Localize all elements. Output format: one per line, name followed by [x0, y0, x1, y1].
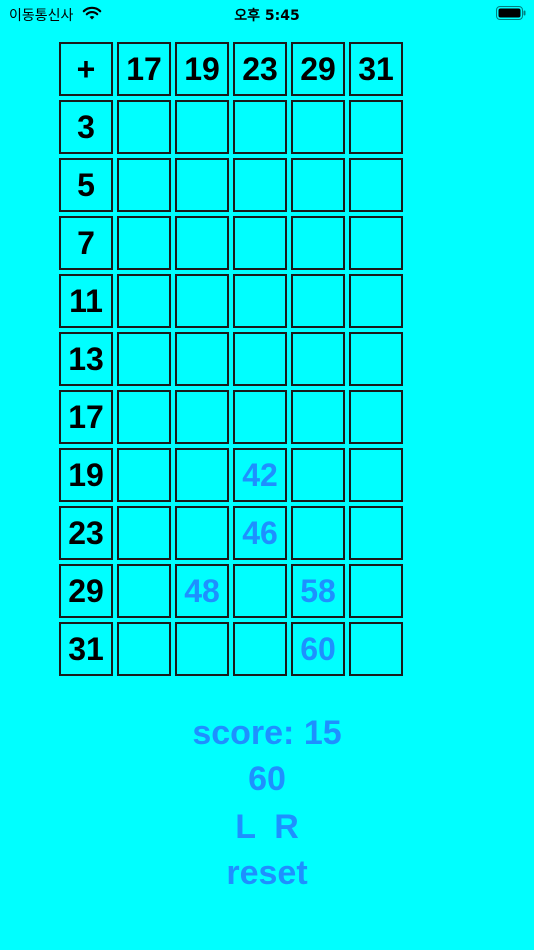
column-header-cell: 23 [233, 42, 287, 96]
row-header-cell: 29 [59, 564, 113, 618]
answer-cell[interactable] [233, 622, 287, 676]
answer-cell[interactable] [117, 564, 171, 618]
answer-cell[interactable] [291, 216, 345, 270]
nav-buttons[interactable]: L R [0, 810, 534, 844]
answer-cell[interactable] [233, 100, 287, 154]
reset-button[interactable]: reset [0, 856, 534, 890]
answer-cell[interactable] [291, 332, 345, 386]
answer-cell[interactable] [349, 332, 403, 386]
row-header-cell: 11 [59, 274, 113, 328]
answer-cell[interactable] [349, 622, 403, 676]
row-header-cell: 23 [59, 506, 113, 560]
column-header-cell: 17 [117, 42, 171, 96]
answer-cell[interactable] [117, 100, 171, 154]
row-header-cell: 5 [59, 158, 113, 212]
clock-time: 오후 5:45 [234, 8, 300, 24]
answer-cell[interactable] [175, 506, 229, 560]
answer-cell[interactable] [349, 274, 403, 328]
row-header-cell: 17 [59, 390, 113, 444]
answer-cell[interactable] [291, 100, 345, 154]
answer-cell[interactable] [233, 564, 287, 618]
row-header-cell: 19 [59, 448, 113, 502]
answer-cell[interactable] [291, 390, 345, 444]
answer-cell[interactable] [175, 332, 229, 386]
answer-cell[interactable] [117, 158, 171, 212]
answer-cell[interactable] [349, 564, 403, 618]
column-header-cell: 19 [175, 42, 229, 96]
answer-cell[interactable] [175, 158, 229, 212]
answer-cell[interactable] [349, 448, 403, 502]
answer-cell[interactable]: 42 [233, 448, 287, 502]
answer-cell[interactable] [175, 622, 229, 676]
row-header-cell: 3 [59, 100, 113, 154]
battery-icon [496, 6, 526, 20]
row-header-cell: 7 [59, 216, 113, 270]
answer-cell[interactable] [117, 622, 171, 676]
column-header-cell: 29 [291, 42, 345, 96]
answer-cell[interactable]: 46 [233, 506, 287, 560]
answer-cell[interactable] [291, 506, 345, 560]
answer-cell[interactable] [233, 216, 287, 270]
answer-cell[interactable] [349, 390, 403, 444]
answer-cell[interactable]: 60 [291, 622, 345, 676]
answer-cell[interactable]: 58 [291, 564, 345, 618]
column-header-cell: 31 [349, 42, 403, 96]
row-header-cell: 13 [59, 332, 113, 386]
answer-cell[interactable] [233, 332, 287, 386]
answer-cell[interactable] [233, 158, 287, 212]
answer-cell[interactable] [291, 158, 345, 212]
score-label: score: 15 [192, 714, 342, 752]
answer-cell[interactable] [175, 274, 229, 328]
addition-grid: +17 19 23 29 31 3 5 7 11 13 17 19 42 23 46 29 48 58 31 60 [59, 42, 405, 678]
status-bar: 이동통신사 오후 5:45 [0, 0, 534, 30]
answer-cell[interactable] [117, 448, 171, 502]
answer-cell[interactable] [291, 448, 345, 502]
answer-cell[interactable] [233, 274, 287, 328]
answer-cell[interactable] [233, 390, 287, 444]
answer-cell[interactable] [349, 506, 403, 560]
answer-cell[interactable] [117, 216, 171, 270]
answer-cell[interactable] [175, 390, 229, 444]
answer-cell[interactable] [349, 216, 403, 270]
answer-cell[interactable] [175, 100, 229, 154]
answer-cell[interactable] [175, 448, 229, 502]
answer-cell[interactable] [117, 390, 171, 444]
answer-cell[interactable] [117, 274, 171, 328]
answer-cell[interactable] [117, 506, 171, 560]
answer-cell[interactable] [349, 100, 403, 154]
answer-cell[interactable] [291, 274, 345, 328]
operator-cell: + [59, 42, 113, 96]
target-number: 60 [248, 760, 286, 798]
answer-cell[interactable]: 48 [175, 564, 229, 618]
answer-cell[interactable] [117, 332, 171, 386]
answer-cell[interactable] [349, 158, 403, 212]
answer-cell[interactable] [175, 216, 229, 270]
row-header-cell: 31 [59, 622, 113, 676]
